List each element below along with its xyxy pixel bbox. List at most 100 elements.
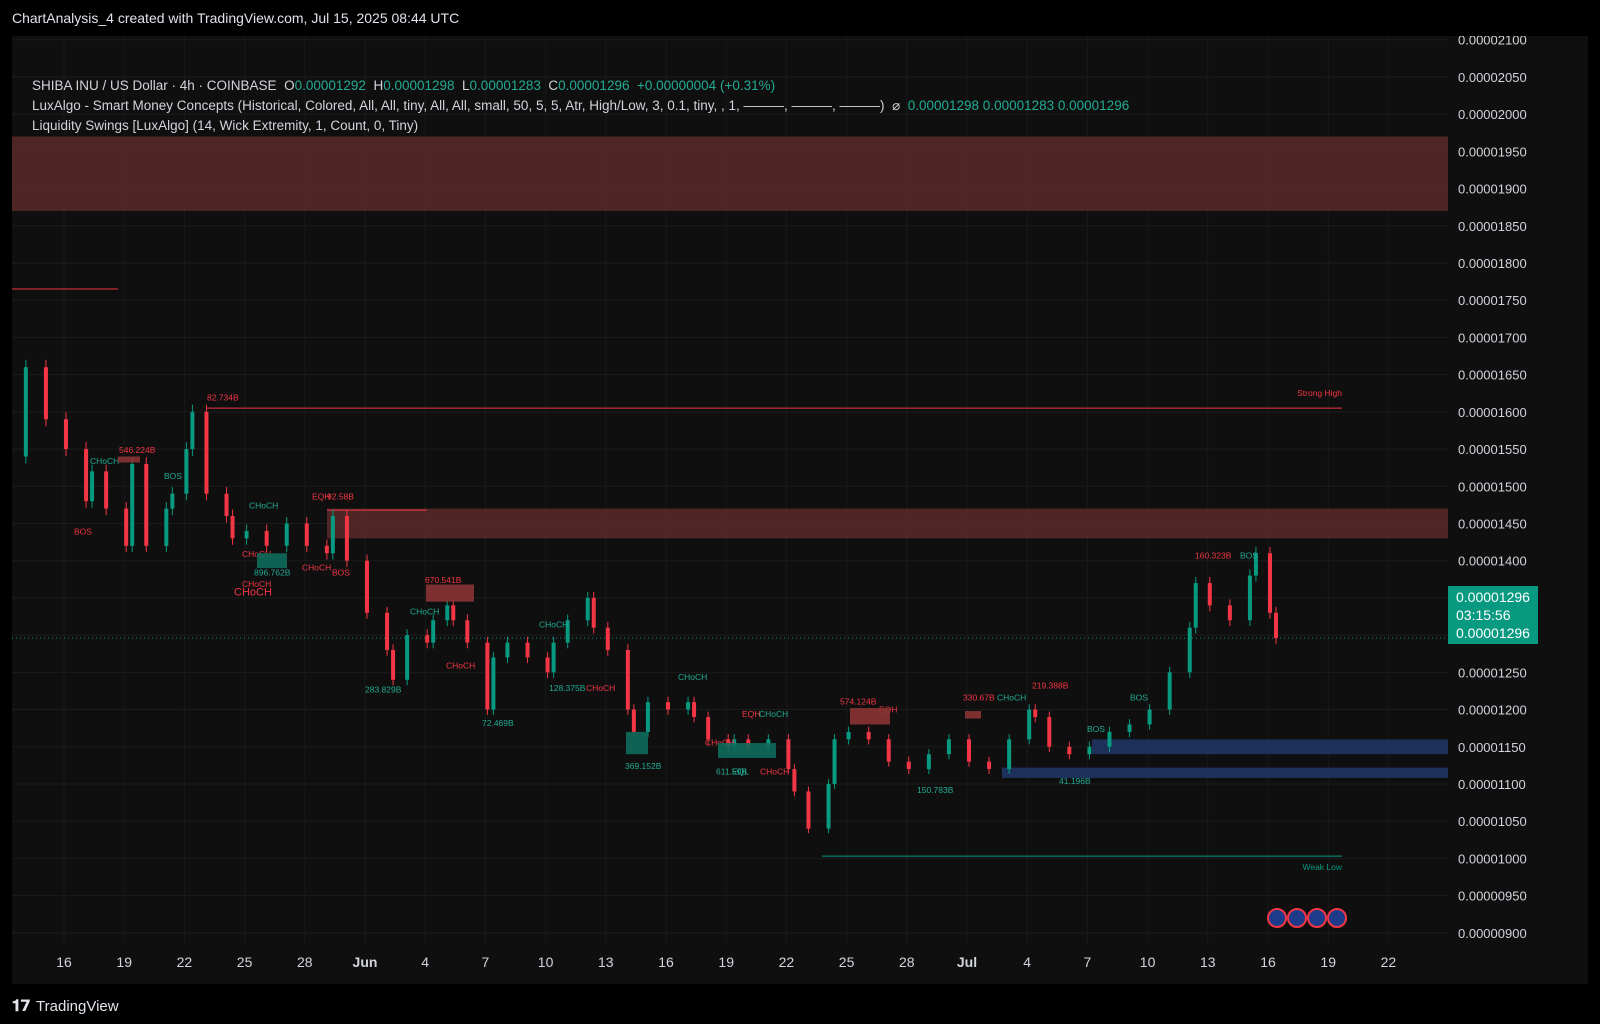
tradingview-logo-icon: 𝟏𝟳 <box>12 998 31 1015</box>
candle-body <box>832 739 837 784</box>
close-value: 0.00001296 <box>558 78 630 93</box>
candle-body <box>525 642 530 658</box>
smc-label: BOS <box>332 568 350 578</box>
candle-body <box>686 702 691 710</box>
indicator2-label: Liquidity Swings [LuxAlgo] (14, Wick Ext… <box>32 118 419 133</box>
candle-body <box>1127 724 1132 732</box>
last-price-2: 0.00001296 <box>1456 625 1530 641</box>
candle-body <box>445 605 450 621</box>
smc-label: CHoCH <box>446 661 475 671</box>
candle-body <box>1033 709 1038 717</box>
candle-body <box>330 516 335 554</box>
last-price: 0.00001296 <box>1456 589 1530 605</box>
candle-body <box>551 642 556 673</box>
y-tick-label: 0.00001850 <box>1458 219 1527 234</box>
smc-label: BOS <box>1240 550 1258 560</box>
order-block <box>626 731 648 755</box>
order-block <box>850 708 890 725</box>
x-tick-label: 19 <box>1320 954 1336 970</box>
smc-label: EQL <box>732 766 749 776</box>
legend-indicator1-row[interactable]: LuxAlgo - Smart Money Concepts (Historic… <box>32 96 1129 116</box>
candle-body <box>846 731 851 740</box>
y-tick-label: 0.00001150 <box>1458 740 1526 755</box>
legend-indicator2-row[interactable]: Liquidity Swings [LuxAlgo] (14, Wick Ext… <box>32 116 1129 136</box>
candle-body <box>324 545 329 554</box>
candle-body <box>926 754 931 770</box>
smc-label: 283.829B <box>365 684 402 694</box>
smc-label: 369.152B <box>625 761 662 771</box>
smc-label: CHoCH <box>586 683 615 693</box>
candle-body <box>605 627 610 651</box>
smc-label: 128.375B <box>549 683 586 693</box>
candle-body <box>491 657 496 710</box>
smc-label: BOS <box>1087 724 1105 734</box>
order-block <box>965 711 981 719</box>
smc-label: 72.469B <box>482 718 514 728</box>
candle-body <box>451 605 456 621</box>
candle-body <box>1087 746 1092 755</box>
event-flag-icon <box>1267 908 1287 928</box>
y-tick-label: 0.00001000 <box>1458 851 1527 866</box>
order-block <box>118 456 140 463</box>
chart-area[interactable]: 0.00002100 0.00002050 0.00002000 0.00001950… <box>12 36 1588 984</box>
candle-body <box>230 516 235 539</box>
candle-body <box>344 516 349 561</box>
top-bar: ChartAnalysis_4 created with TradingView… <box>0 0 1600 36</box>
y-tick-label: 0.00001950 <box>1458 144 1527 159</box>
candle-body <box>104 471 109 509</box>
smc-label: CHoCH <box>539 620 568 630</box>
x-tick-label: 4 <box>421 954 429 970</box>
open-value: 0.00001292 <box>294 78 366 93</box>
brand[interactable]: 𝟏𝟳 TradingView <box>12 996 119 1016</box>
candle-body <box>90 471 95 502</box>
weak-low-label: Weak Low <box>1302 862 1342 872</box>
smc-label: 41.196B <box>1059 776 1091 786</box>
smc-label: 574.124B <box>840 696 877 706</box>
y-tick-label: 0.00000900 <box>1458 926 1527 941</box>
y-tick-label: 0.00002100 <box>1458 36 1527 48</box>
candle-body <box>190 411 195 450</box>
candle-body <box>23 367 28 457</box>
legend-ohlc-row: SHIBA INU / US Dollar · 4h · COINBASE O0… <box>32 76 1129 96</box>
supply-zone <box>327 508 1448 539</box>
candle-body <box>43 367 48 420</box>
candle-body <box>706 717 711 740</box>
candle-body <box>792 769 797 792</box>
x-tick-label: 10 <box>538 954 554 970</box>
candle-body <box>1047 717 1052 747</box>
smc-label: CHoCH <box>760 766 789 776</box>
y-tick-label: 0.00001550 <box>1458 442 1527 457</box>
low-value: 0.00001283 <box>469 78 541 93</box>
change-value: +0.00000004 (+0.31%) <box>636 78 776 93</box>
order-block <box>426 584 474 602</box>
y-tick-label: 0.00001400 <box>1458 554 1527 569</box>
symbol-label[interactable]: SHIBA INU / US Dollar · 4h · COINBASE <box>32 78 277 93</box>
smc-label: 82.734B <box>207 393 239 403</box>
bottom-bar: 𝟏𝟳 TradingView <box>0 990 1600 1024</box>
chart-legend: SHIBA INU / US Dollar · 4h · COINBASE O0… <box>32 76 1129 136</box>
smc-label: BOS <box>1130 693 1148 703</box>
chart-svg[interactable]: 0.00002100 0.00002050 0.00002000 0.00001950… <box>12 36 1588 984</box>
smc-label: 330.67B <box>963 693 995 703</box>
candle-body <box>425 635 430 643</box>
y-tick-label: 0.00001600 <box>1458 405 1527 420</box>
indicator1-values: 0.00001298 0.00001283 0.00001296 <box>907 98 1130 113</box>
candle-body <box>244 530 249 539</box>
smc-label: EQH <box>742 709 760 719</box>
candle-body <box>405 635 410 680</box>
candle-body <box>1027 709 1032 740</box>
candle-body <box>591 597 596 628</box>
candle-body <box>1067 746 1072 755</box>
candle-body <box>987 761 992 770</box>
candle-body <box>886 739 891 762</box>
high-label: H <box>373 78 384 93</box>
candle-body <box>64 419 68 450</box>
y-tick-label: 0.00001750 <box>1458 293 1527 308</box>
x-tick-label: 19 <box>718 954 734 970</box>
candle-body <box>84 449 89 502</box>
y-tick-label: 0.00001450 <box>1458 516 1527 531</box>
smc-label: CHoCH <box>249 501 278 511</box>
x-tick-label: 22 <box>779 954 795 970</box>
candle-body <box>545 657 550 673</box>
y-tick-label: 0.00001050 <box>1458 814 1527 829</box>
